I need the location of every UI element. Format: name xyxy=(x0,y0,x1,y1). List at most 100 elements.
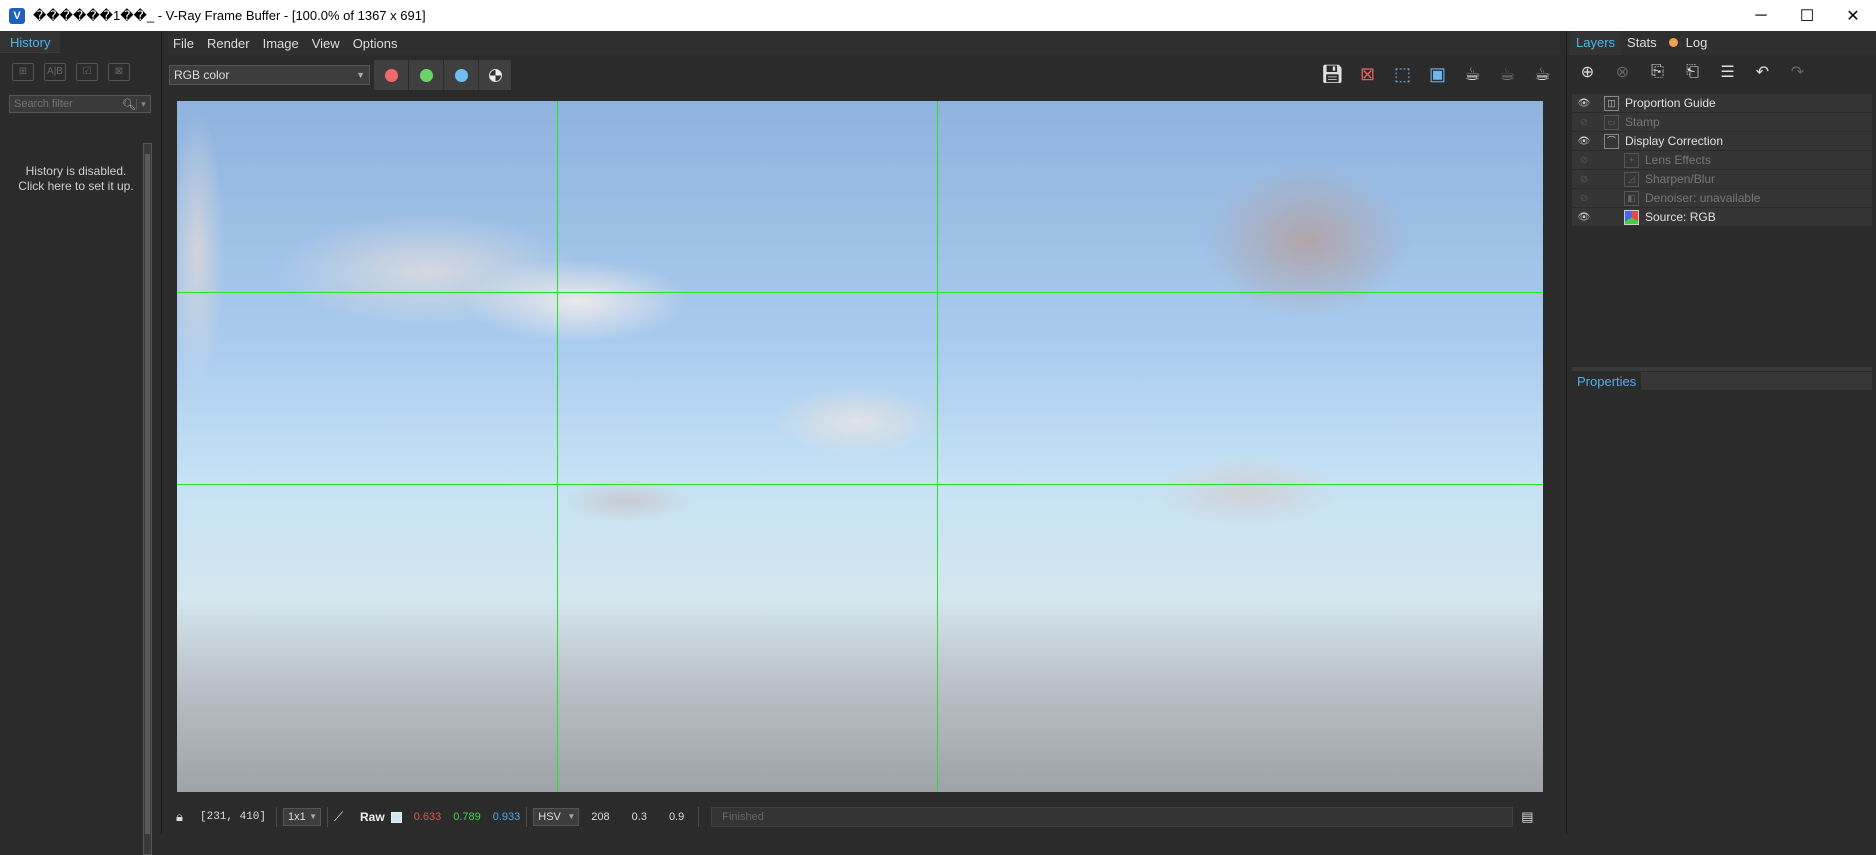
color-swatch xyxy=(390,811,402,823)
raw-label: Raw xyxy=(360,810,385,824)
properties-label: Properties xyxy=(1577,373,1637,389)
proportion-guide-line xyxy=(937,101,938,792)
render-icon[interactable]: ☕︎ xyxy=(1529,60,1556,88)
region-render-icon[interactable]: ▣ xyxy=(1424,60,1451,88)
history-message-line1: History is disabled. xyxy=(25,164,127,178)
layer-name: Proportion Guide xyxy=(1625,96,1716,110)
history-scrollbar[interactable] xyxy=(143,143,152,855)
layer-name: Sharpen/Blur xyxy=(1645,172,1716,186)
clear-image-icon[interactable]: ⊠ xyxy=(1354,60,1381,88)
layer-sharpen-blur[interactable]: ⊘ ◿ Sharpen/Blur xyxy=(1572,170,1872,189)
redo-icon[interactable]: ↷ xyxy=(1785,60,1810,84)
minimize-button[interactable]: ─ xyxy=(1738,0,1784,31)
history-save-icon[interactable]: ⊞ xyxy=(12,63,34,81)
zoom-ratio-value: 1x1 xyxy=(288,811,306,823)
chevron-down-icon: ▼ xyxy=(567,812,576,821)
interactive-render-icon[interactable]: ☕︎ xyxy=(1459,60,1486,88)
properties-title-bar xyxy=(1641,372,1872,390)
chevron-down-icon: ▼ xyxy=(356,70,365,80)
guide-icon: ◫ xyxy=(1604,95,1619,111)
tab-stats[interactable]: Stats xyxy=(1621,31,1663,55)
history-remove-icon[interactable]: ⊠ xyxy=(108,63,130,81)
channel-select[interactable]: RGB color ▼ xyxy=(169,65,370,85)
menu-file[interactable]: File xyxy=(173,36,194,51)
tab-history[interactable]: History xyxy=(0,31,60,53)
layer-presets-icon[interactable]: ☰ xyxy=(1715,60,1740,84)
visibility-eye-icon[interactable]: 👁︎ xyxy=(1576,136,1592,147)
red-channel-button[interactable] xyxy=(374,60,409,90)
layer-source-rgb[interactable]: 👁︎ Source: RGB xyxy=(1572,208,1872,227)
layer-stamp[interactable]: ⊘ ▭ Stamp xyxy=(1572,113,1872,132)
layer-name: Source: RGB xyxy=(1645,210,1716,224)
menu-view[interactable]: View xyxy=(312,36,340,51)
menu-render[interactable]: Render xyxy=(207,36,250,51)
delete-layer-icon[interactable]: ⊗ xyxy=(1610,60,1635,84)
green-value: 0.789 xyxy=(453,811,481,823)
stamp-icon: ▭ xyxy=(1604,114,1619,130)
visibility-eye-icon[interactable]: ⊘ xyxy=(1576,174,1592,185)
proportion-guide-line xyxy=(177,484,1543,485)
menu-image[interactable]: Image xyxy=(263,36,299,51)
layer-denoiser[interactable]: ⊘ ◧ Denoiser: unavailable xyxy=(1572,189,1872,208)
blue-value: 0.933 xyxy=(492,811,521,823)
red-channel-icon xyxy=(384,68,398,82)
undo-icon[interactable]: ↶ xyxy=(1750,60,1775,84)
pixel-coordinates: [231, 410] xyxy=(200,811,267,823)
visibility-eye-icon[interactable]: 👁︎ xyxy=(1576,212,1592,223)
tab-log[interactable]: Log xyxy=(1663,31,1714,55)
chevron-down-icon[interactable]: ▾ xyxy=(136,98,150,110)
maximize-button[interactable]: ☐ xyxy=(1784,0,1830,31)
scrollbar-thumb[interactable] xyxy=(145,154,150,834)
curve-icon[interactable]: ⟋ xyxy=(334,809,354,825)
layers-panel: Layers Stats Log ⊕ ⊗ ⎘ ⎗ ☰ ↶ ↷ 👁︎ ◫ Prop… xyxy=(1566,31,1876,834)
history-search-field: 🔍︎ ▾ xyxy=(9,95,151,113)
layer-proportion-guide[interactable]: 👁︎ ◫ Proportion Guide xyxy=(1572,94,1872,113)
log-status-icon xyxy=(1668,38,1678,47)
green-channel-button[interactable] xyxy=(409,60,444,90)
tab-log-label: Log xyxy=(1685,35,1708,50)
visibility-eye-icon[interactable]: ⊘ xyxy=(1576,155,1592,166)
visibility-eye-icon[interactable]: ⊘ xyxy=(1576,193,1592,204)
tab-layers[interactable]: Layers xyxy=(1570,31,1622,55)
vray-app-icon: V xyxy=(9,7,25,24)
create-layer-icon[interactable]: ⊕ xyxy=(1575,60,1600,84)
menu-options[interactable]: Options xyxy=(353,36,398,51)
history-load-icon[interactable]: ☑ xyxy=(76,63,98,81)
layer-name: Display Correction xyxy=(1625,134,1724,148)
lock-icon[interactable]: 🔒︎ xyxy=(176,809,196,825)
search-input[interactable] xyxy=(10,98,122,110)
menu-bar: File Render Image View Options xyxy=(168,31,1560,55)
sharpen-icon: ◿ xyxy=(1624,171,1639,187)
history-message-line2[interactable]: Click here to set it up. xyxy=(10,179,142,194)
visibility-eye-icon[interactable]: ⊘ xyxy=(1576,117,1592,128)
close-button[interactable]: ✕ xyxy=(1830,0,1876,31)
green-channel-icon xyxy=(419,68,433,82)
red-value: 0.633 xyxy=(413,811,442,823)
visibility-eye-icon[interactable]: 👁︎ xyxy=(1576,98,1592,109)
track-mouse-icon[interactable]: ⬚ xyxy=(1389,60,1416,88)
render-viewport[interactable] xyxy=(177,101,1543,792)
monochrome-button[interactable] xyxy=(479,60,511,90)
layer-display-correction[interactable]: 👁︎ ⌒ Display Correction xyxy=(1572,132,1872,151)
title-bar: V ������1��_ - V-Ray Frame Buffer - [100… xyxy=(0,0,1876,31)
render-status-field: Finished xyxy=(711,807,1514,827)
stop-render-icon[interactable]: ☕︎ xyxy=(1494,60,1521,88)
zoom-ratio-select[interactable]: 1x1 ▼ xyxy=(283,808,321,826)
color-mode-select[interactable]: HSV ▼ xyxy=(533,808,580,826)
save-layers-icon[interactable]: ⎘ xyxy=(1645,60,1670,84)
proportion-guide-line xyxy=(557,101,558,792)
log-window-icon[interactable]: ▤ xyxy=(1521,809,1541,825)
save-image-icon[interactable]: 💾︎ xyxy=(1319,60,1346,88)
plus-icon: + xyxy=(1624,152,1639,168)
layer-name: Stamp xyxy=(1625,115,1660,129)
blue-channel-button[interactable] xyxy=(444,60,479,90)
layer-lens-effects[interactable]: ⊘ + Lens Effects xyxy=(1572,151,1872,170)
load-layers-icon[interactable]: ⎗ xyxy=(1680,60,1705,84)
history-ab-compare-icon[interactable]: A|B xyxy=(44,63,66,81)
chevron-down-icon: ▼ xyxy=(309,812,317,821)
history-disabled-message[interactable]: History is disabled. Click here to set i… xyxy=(10,164,142,194)
search-icon[interactable]: 🔍︎ xyxy=(122,98,136,111)
channel-select-value: RGB color xyxy=(174,68,230,82)
rgb-icon xyxy=(1624,209,1639,225)
toolbar: RGB color ▼ 💾︎ ⊠ ⬚ ▣ ☕︎ ☕︎ ☕︎ xyxy=(168,55,1560,95)
